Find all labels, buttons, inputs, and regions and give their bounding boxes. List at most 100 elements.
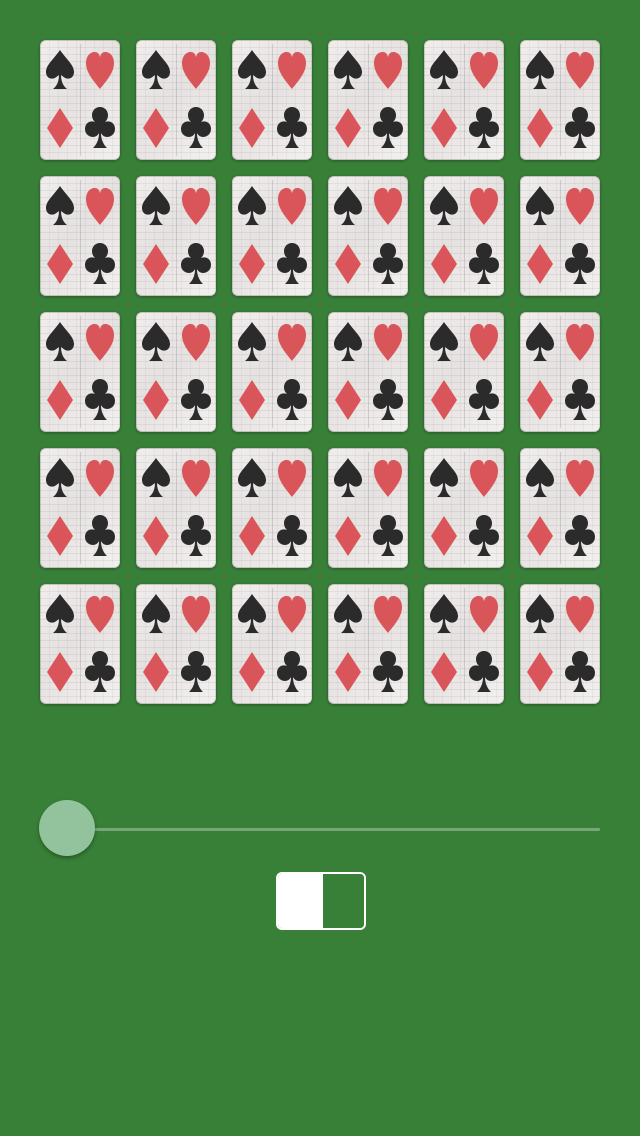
club-icon — [181, 651, 211, 692]
spade-icon — [526, 458, 554, 497]
heart-icon — [566, 324, 594, 361]
card[interactable] — [232, 40, 312, 160]
heart-icon — [374, 52, 402, 89]
spade-icon — [334, 594, 362, 633]
spade-icon — [238, 50, 266, 89]
heart-icon — [470, 324, 498, 361]
club-icon — [277, 379, 307, 420]
club-icon — [565, 107, 595, 148]
card[interactable] — [328, 448, 408, 568]
heart-icon — [278, 596, 306, 633]
card[interactable] — [520, 312, 600, 432]
heart-icon — [86, 52, 114, 89]
card[interactable] — [424, 176, 504, 296]
card[interactable] — [40, 448, 120, 568]
diamond-icon — [527, 108, 553, 148]
club-icon — [277, 107, 307, 148]
card[interactable] — [424, 40, 504, 160]
card[interactable] — [232, 448, 312, 568]
card[interactable] — [328, 584, 408, 704]
card[interactable] — [424, 448, 504, 568]
diamond-icon — [335, 244, 361, 284]
spade-icon — [334, 186, 362, 225]
spade-icon — [46, 50, 74, 89]
club-icon — [85, 107, 115, 148]
heart-icon — [374, 460, 402, 497]
club-icon — [373, 651, 403, 692]
club-icon — [373, 379, 403, 420]
diamond-icon — [239, 516, 265, 556]
card[interactable] — [40, 176, 120, 296]
heart-icon — [182, 460, 210, 497]
spade-icon — [142, 50, 170, 89]
club-icon — [565, 651, 595, 692]
spade-icon — [430, 186, 458, 225]
club-icon — [565, 243, 595, 284]
spade-icon — [238, 186, 266, 225]
diamond-icon — [527, 516, 553, 556]
toggle-off-half — [323, 874, 364, 928]
heart-icon — [566, 460, 594, 497]
heart-icon — [182, 596, 210, 633]
spade-icon — [142, 186, 170, 225]
diamond-icon — [47, 380, 73, 420]
heart-icon — [374, 324, 402, 361]
spade-icon — [430, 594, 458, 633]
diamond-icon — [431, 652, 457, 692]
card[interactable] — [40, 312, 120, 432]
card[interactable] — [136, 176, 216, 296]
card[interactable] — [328, 312, 408, 432]
spade-icon — [46, 186, 74, 225]
card[interactable] — [424, 312, 504, 432]
diamond-icon — [47, 516, 73, 556]
club-icon — [85, 243, 115, 284]
club-icon — [565, 379, 595, 420]
spade-icon — [430, 458, 458, 497]
diamond-icon — [431, 244, 457, 284]
spade-icon — [46, 458, 74, 497]
heart-icon — [470, 460, 498, 497]
card[interactable] — [232, 176, 312, 296]
slider-track[interactable] — [67, 828, 600, 831]
card[interactable] — [424, 584, 504, 704]
spade-icon — [142, 322, 170, 361]
diamond-icon — [431, 108, 457, 148]
diamond-icon — [527, 652, 553, 692]
club-icon — [469, 515, 499, 556]
card[interactable] — [40, 584, 120, 704]
club-icon — [85, 515, 115, 556]
card[interactable] — [232, 584, 312, 704]
card[interactable] — [136, 584, 216, 704]
card[interactable] — [328, 40, 408, 160]
heart-icon — [182, 52, 210, 89]
card[interactable] — [136, 40, 216, 160]
slider-knob[interactable] — [39, 800, 95, 856]
spade-icon — [334, 458, 362, 497]
toggle-switch[interactable] — [276, 872, 366, 930]
diamond-icon — [431, 380, 457, 420]
heart-icon — [470, 52, 498, 89]
card[interactable] — [520, 584, 600, 704]
card[interactable] — [232, 312, 312, 432]
club-icon — [181, 243, 211, 284]
heart-icon — [86, 324, 114, 361]
diamond-icon — [239, 380, 265, 420]
card[interactable] — [136, 448, 216, 568]
heart-icon — [374, 188, 402, 225]
card[interactable] — [520, 176, 600, 296]
club-icon — [373, 107, 403, 148]
card[interactable] — [40, 40, 120, 160]
diamond-icon — [143, 652, 169, 692]
heart-icon — [566, 188, 594, 225]
heart-icon — [278, 460, 306, 497]
card[interactable] — [136, 312, 216, 432]
card[interactable] — [520, 448, 600, 568]
diamond-icon — [527, 244, 553, 284]
diamond-icon — [527, 380, 553, 420]
heart-icon — [470, 596, 498, 633]
card[interactable] — [328, 176, 408, 296]
card-grid — [40, 40, 600, 704]
club-icon — [469, 651, 499, 692]
card[interactable] — [520, 40, 600, 160]
club-icon — [181, 515, 211, 556]
